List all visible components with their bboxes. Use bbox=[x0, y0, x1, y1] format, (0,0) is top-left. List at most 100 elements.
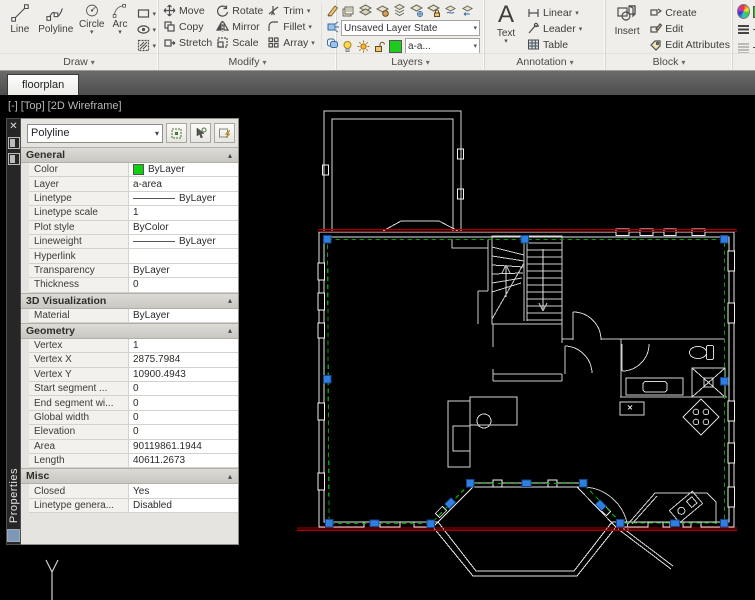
object-type-combo[interactable]: Polyline ▾ bbox=[27, 123, 163, 143]
property-value[interactable]: ByLayer bbox=[129, 235, 238, 248]
palette-options-icon[interactable] bbox=[7, 529, 20, 542]
line-button[interactable]: Line bbox=[4, 3, 36, 35]
insert-button[interactable]: Insert bbox=[610, 3, 644, 52]
circle-button[interactable]: Circle ▾ bbox=[76, 3, 108, 36]
property-value[interactable]: 2875.7984 bbox=[129, 353, 238, 366]
modify-panel-label[interactable]: Modify ▾ bbox=[159, 53, 336, 70]
property-value[interactable]: 0 bbox=[129, 425, 238, 438]
edit-attributes-button[interactable]: Edit Attributes bbox=[649, 37, 730, 52]
layer-state-icon[interactable] bbox=[358, 3, 373, 18]
layer-properties-icon[interactable] bbox=[341, 3, 356, 18]
bulb-icon[interactable] bbox=[341, 40, 354, 53]
rectangle-dropdown-icon[interactable]: ▾ bbox=[152, 10, 156, 18]
leader-dropdown-icon[interactable]: ▾ bbox=[579, 25, 583, 33]
section-header[interactable]: Geometry ▴ bbox=[21, 322, 238, 339]
move-button[interactable]: Move bbox=[163, 3, 212, 18]
section-header[interactable]: General ▴ bbox=[21, 147, 238, 163]
property-value[interactable]: Yes bbox=[129, 484, 238, 497]
close-icon[interactable]: ✕ bbox=[9, 121, 17, 133]
hatch-tool-button[interactable]: ▾ bbox=[136, 38, 156, 53]
layers-panel-label[interactable]: Layers ▾ bbox=[337, 53, 484, 70]
property-value[interactable]: ByLayer bbox=[129, 163, 238, 176]
property-value[interactable]: 40611.2673 bbox=[129, 454, 238, 467]
property-value[interactable]: a-area bbox=[129, 177, 238, 190]
text-button[interactable]: A Text ▾ bbox=[491, 3, 521, 52]
mirror-button[interactable]: Mirror bbox=[216, 19, 263, 34]
collapse-icon[interactable]: ▴ bbox=[228, 472, 232, 481]
annotation-panel-label[interactable]: Annotation ▾ bbox=[485, 53, 605, 70]
ellipse-tool-button[interactable]: ▾ bbox=[136, 22, 156, 37]
hatch-dropdown-icon[interactable]: ▾ bbox=[152, 42, 156, 50]
linear-dimension-button[interactable]: Linear ▾ bbox=[527, 5, 582, 20]
toggle-pickadd-button[interactable] bbox=[166, 123, 187, 143]
layer-lock-icon[interactable] bbox=[426, 3, 441, 18]
layer-combo[interactable]: a-a... ▾ bbox=[405, 38, 480, 54]
trim-button[interactable]: Trim ▾ bbox=[267, 3, 315, 18]
floorplan-drawing[interactable] bbox=[240, 95, 755, 600]
draw-panel-label[interactable]: Draw ▾ bbox=[0, 53, 158, 70]
section-header[interactable]: 3D Visualization ▴ bbox=[21, 292, 238, 309]
arc-button[interactable]: Arc ▾ bbox=[108, 3, 133, 36]
view-control[interactable]: [Top] bbox=[21, 100, 45, 112]
layer-freeze-icon[interactable] bbox=[409, 3, 424, 18]
table-button[interactable]: Table bbox=[527, 37, 582, 52]
collapse-icon[interactable]: ▴ bbox=[228, 151, 232, 160]
section-header[interactable]: Misc ▴ bbox=[21, 468, 238, 485]
property-value[interactable]: 0 bbox=[129, 382, 238, 395]
ellipse-dropdown-icon[interactable]: ▾ bbox=[152, 26, 156, 34]
layer-isolate-icon[interactable] bbox=[375, 3, 390, 18]
property-value[interactable]: ByLayer bbox=[129, 309, 238, 322]
lineweight-combo[interactable] bbox=[737, 22, 755, 37]
array-dropdown-icon[interactable]: ▾ bbox=[311, 39, 315, 47]
layer-state-combo[interactable]: Unsaved Layer State ▾ bbox=[341, 20, 480, 36]
properties-panel-label[interactable]: Pro bbox=[733, 53, 755, 70]
copy-button[interactable]: Copy bbox=[163, 19, 212, 34]
property-value[interactable]: Disabled bbox=[129, 499, 238, 512]
fillet-dropdown-icon[interactable]: ▾ bbox=[308, 23, 312, 31]
array-button[interactable]: Array ▾ bbox=[267, 35, 315, 50]
quick-select-button[interactable] bbox=[214, 123, 235, 143]
collapse-icon[interactable]: ▴ bbox=[228, 296, 232, 305]
block-panel-label[interactable]: Block ▾ bbox=[606, 53, 732, 70]
linear-dropdown-icon[interactable]: ▾ bbox=[575, 9, 579, 17]
trim-dropdown-icon[interactable]: ▾ bbox=[307, 7, 311, 15]
collapse-icon[interactable]: ▴ bbox=[228, 326, 232, 335]
fillet-button[interactable]: Fillet ▾ bbox=[267, 19, 315, 34]
drawing-viewport[interactable]: [-] [Top] [2D Wireframe] ✕ Properties Po… bbox=[0, 95, 755, 600]
property-value[interactable]: 10900.4943 bbox=[129, 368, 238, 381]
autohide-icon[interactable] bbox=[7, 137, 20, 149]
tab-floorplan[interactable]: floorplan bbox=[7, 74, 80, 95]
arc-dropdown-icon[interactable]: ▾ bbox=[118, 29, 122, 36]
leader-button[interactable]: Leader ▾ bbox=[527, 21, 582, 36]
edit-block-button[interactable]: Edit bbox=[649, 21, 730, 36]
property-value[interactable]: 0 bbox=[129, 278, 238, 291]
property-value[interactable]: 0 bbox=[129, 411, 238, 424]
rotate-button[interactable]: Rotate bbox=[216, 3, 263, 18]
unlock-icon[interactable] bbox=[373, 40, 386, 53]
scale-button[interactable]: Scale bbox=[216, 35, 263, 50]
layer-match-icon[interactable] bbox=[443, 3, 458, 18]
viewport-menu-control[interactable]: [-] bbox=[8, 100, 18, 112]
object-color-combo[interactable]: ByLayer bbox=[737, 4, 755, 19]
sun-icon[interactable] bbox=[357, 40, 370, 53]
property-value[interactable]: 1 bbox=[129, 206, 238, 219]
property-value[interactable]: 0 bbox=[129, 396, 238, 409]
property-value[interactable]: ByLayer bbox=[129, 192, 238, 205]
stretch-button[interactable]: Stretch bbox=[163, 35, 212, 50]
layer-unisolate-icon[interactable] bbox=[392, 3, 407, 18]
property-value[interactable]: ByColor bbox=[129, 221, 238, 234]
property-value[interactable] bbox=[129, 249, 238, 262]
rectangle-tool-button[interactable]: ▾ bbox=[136, 6, 156, 21]
property-value[interactable]: 90119861.1944 bbox=[129, 440, 238, 453]
create-block-button[interactable]: Create bbox=[649, 5, 730, 20]
polyline-button[interactable]: Polyline bbox=[36, 3, 76, 35]
layer-color-swatch[interactable] bbox=[389, 39, 402, 53]
property-value[interactable]: ByLayer bbox=[129, 264, 238, 277]
palette-settings-icon[interactable] bbox=[7, 153, 20, 165]
property-value[interactable]: 1 bbox=[129, 339, 238, 352]
layer-prev-icon[interactable] bbox=[460, 3, 475, 18]
select-objects-button[interactable] bbox=[190, 123, 211, 143]
circle-dropdown-icon[interactable]: ▾ bbox=[90, 29, 94, 36]
text-dropdown-icon[interactable]: ▾ bbox=[504, 38, 508, 45]
visual-style-control[interactable]: [2D Wireframe] bbox=[48, 100, 122, 112]
